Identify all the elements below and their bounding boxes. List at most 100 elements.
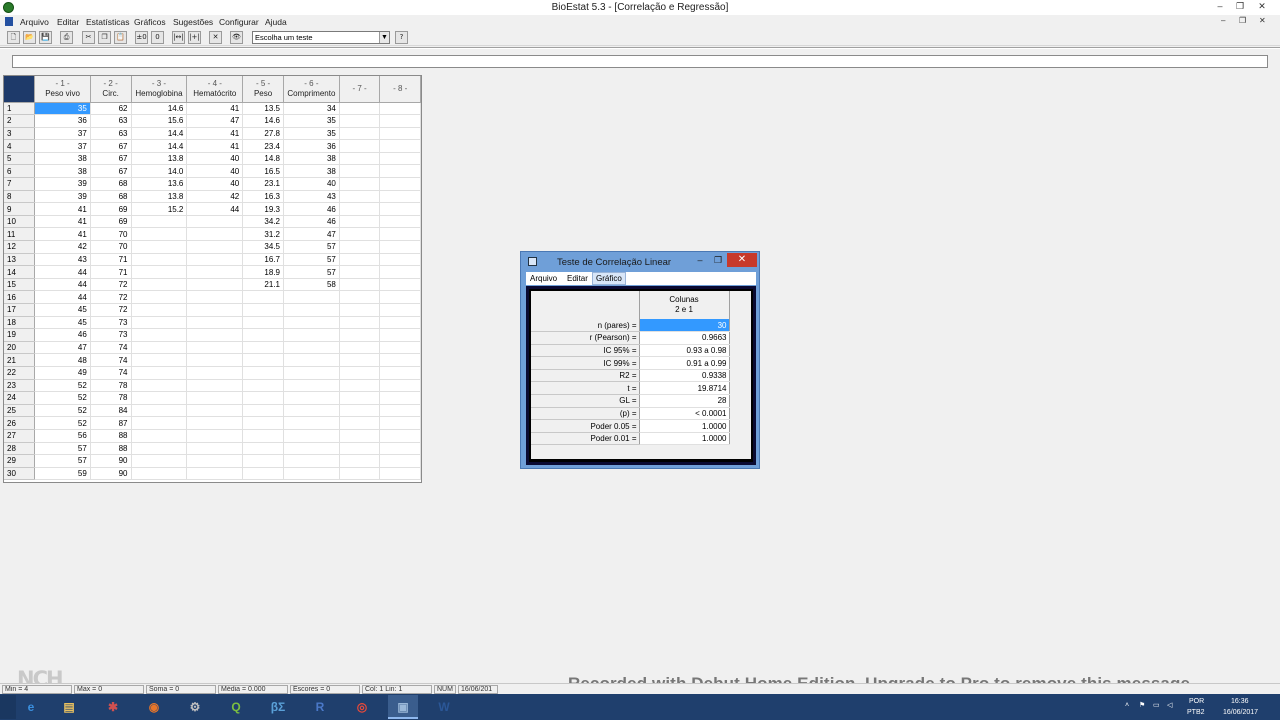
table-cell[interactable] <box>186 391 244 405</box>
row-header[interactable]: 28 <box>4 442 36 456</box>
table-cell[interactable] <box>186 303 244 317</box>
table-cell[interactable]: 57 <box>34 442 91 456</box>
correlation-dialog[interactable]: Teste de Correlação Linear – ❐ ✕ Arquivo… <box>520 251 760 469</box>
table-cell[interactable] <box>186 353 244 367</box>
new-file-icon[interactable]: 🗋 <box>7 31 20 44</box>
table-cell[interactable] <box>339 454 381 468</box>
row-header[interactable]: 15 <box>4 278 36 292</box>
table-cell[interactable]: 15.6 <box>131 114 188 128</box>
table-cell[interactable]: 36 <box>34 114 91 128</box>
table-cell[interactable] <box>186 316 244 330</box>
table-cell[interactable] <box>339 215 381 229</box>
table-cell[interactable] <box>283 442 340 456</box>
clock-date[interactable]: 16/06/2017 <box>1223 709 1258 716</box>
table-cell[interactable]: 35 <box>34 102 91 116</box>
menu-graficos[interactable]: Gráficos <box>134 17 166 27</box>
table-cell[interactable]: 40 <box>186 152 244 166</box>
table-cell[interactable]: 87 <box>90 416 132 430</box>
table-cell[interactable]: 56 <box>34 429 91 443</box>
qgis-icon[interactable]: Q <box>221 695 251 719</box>
spreadsheet[interactable]: - 1 - Peso vivo - 2 - Circ. - 3 - Hemoglobina… <box>3 75 422 483</box>
table-cell[interactable] <box>186 265 244 279</box>
menu-estatisticas[interactable]: Estatísticas <box>86 17 129 27</box>
table-cell[interactable]: 14.4 <box>131 139 188 153</box>
table-cell[interactable] <box>186 467 244 481</box>
table-cell[interactable]: 39 <box>34 177 91 191</box>
table-cell[interactable] <box>186 253 244 267</box>
table-cell[interactable] <box>186 328 244 342</box>
table-cell[interactable]: 41 <box>34 215 91 229</box>
table-cell[interactable]: 46 <box>283 215 340 229</box>
table-cell[interactable] <box>379 316 421 330</box>
table-cell[interactable]: 72 <box>90 303 132 317</box>
table-cell[interactable] <box>379 442 421 456</box>
table-cell[interactable] <box>339 404 381 418</box>
table-cell[interactable]: 69 <box>90 215 132 229</box>
dialog-title-bar[interactable]: Teste de Correlação Linear – ❐ ✕ <box>521 252 759 272</box>
test-select[interactable]: Escolha um teste ▼ <box>252 31 390 44</box>
table-cell[interactable] <box>131 379 188 393</box>
table-cell[interactable] <box>186 442 244 456</box>
table-cell[interactable] <box>339 227 381 242</box>
start-button[interactable] <box>0 695 16 719</box>
row-header[interactable]: 6 <box>4 164 36 179</box>
table-cell[interactable] <box>131 303 188 317</box>
table-cell[interactable] <box>242 341 284 355</box>
column-header[interactable]: - 6 - Comprimento <box>283 76 340 103</box>
table-cell[interactable]: 13.8 <box>131 152 188 166</box>
chrome-icon[interactable]: ◎ <box>347 695 377 719</box>
table-cell[interactable] <box>131 227 188 242</box>
table-cell[interactable] <box>131 278 188 292</box>
row-header[interactable]: 16 <box>4 290 36 304</box>
table-cell[interactable]: 47 <box>186 114 244 128</box>
row-header[interactable]: 24 <box>4 391 36 405</box>
table-cell[interactable]: 62 <box>90 102 132 116</box>
chevron-down-icon[interactable]: ▼ <box>379 32 389 43</box>
dialog-menu-arquivo[interactable]: Arquivo <box>530 274 557 283</box>
table-cell[interactable]: 39 <box>34 190 91 204</box>
result-value[interactable]: < 0.0001 <box>639 407 730 421</box>
decimal-icon[interactable]: ±0 <box>135 31 148 44</box>
flag-icon[interactable]: ⚑ <box>1139 701 1145 709</box>
row-header[interactable]: 29 <box>4 454 36 468</box>
table-cell[interactable] <box>242 442 284 456</box>
table-cell[interactable]: 49 <box>34 366 91 380</box>
table-cell[interactable]: 68 <box>90 177 132 191</box>
open-folder-icon[interactable]: 📂 <box>23 31 36 44</box>
table-cell[interactable] <box>379 353 421 367</box>
r-icon[interactable]: R <box>305 695 335 719</box>
table-cell[interactable]: 38 <box>283 152 340 166</box>
table-cell[interactable]: 90 <box>90 454 132 468</box>
table-cell[interactable]: 34.5 <box>242 240 284 254</box>
table-cell[interactable]: 57 <box>283 240 340 254</box>
table-cell[interactable]: 47 <box>283 227 340 242</box>
table-cell[interactable]: 88 <box>90 429 132 443</box>
table-cell[interactable] <box>131 290 188 304</box>
result-value[interactable]: 0.9663 <box>639 331 730 345</box>
row-header[interactable]: 8 <box>4 190 36 204</box>
table-cell[interactable]: 71 <box>90 265 132 279</box>
table-cell[interactable]: 44 <box>34 290 91 304</box>
table-cell[interactable]: 74 <box>90 341 132 355</box>
formula-bar[interactable] <box>12 55 1268 68</box>
table-cell[interactable] <box>379 139 421 153</box>
table-cell[interactable]: 40 <box>186 164 244 179</box>
table-cell[interactable]: 52 <box>34 416 91 430</box>
table-cell[interactable]: 44 <box>186 202 244 216</box>
table-cell[interactable] <box>379 265 421 279</box>
table-cell[interactable]: 23.1 <box>242 177 284 191</box>
table-cell[interactable]: 38 <box>34 152 91 166</box>
table-cell[interactable] <box>242 290 284 304</box>
table-cell[interactable]: 78 <box>90 379 132 393</box>
table-cell[interactable]: 71 <box>90 253 132 267</box>
row-header[interactable]: 22 <box>4 366 36 380</box>
table-cell[interactable]: 21.1 <box>242 278 284 292</box>
table-cell[interactable] <box>186 215 244 229</box>
table-cell[interactable] <box>283 379 340 393</box>
row-header[interactable]: 17 <box>4 303 36 317</box>
clock-time[interactable]: 16:36 <box>1231 698 1249 705</box>
table-cell[interactable]: 38 <box>283 164 340 179</box>
document-icon[interactable] <box>5 17 13 26</box>
dialog-menu-grafico[interactable]: Gráfico <box>592 272 626 285</box>
app-icon[interactable]: ⚙ <box>180 695 210 719</box>
